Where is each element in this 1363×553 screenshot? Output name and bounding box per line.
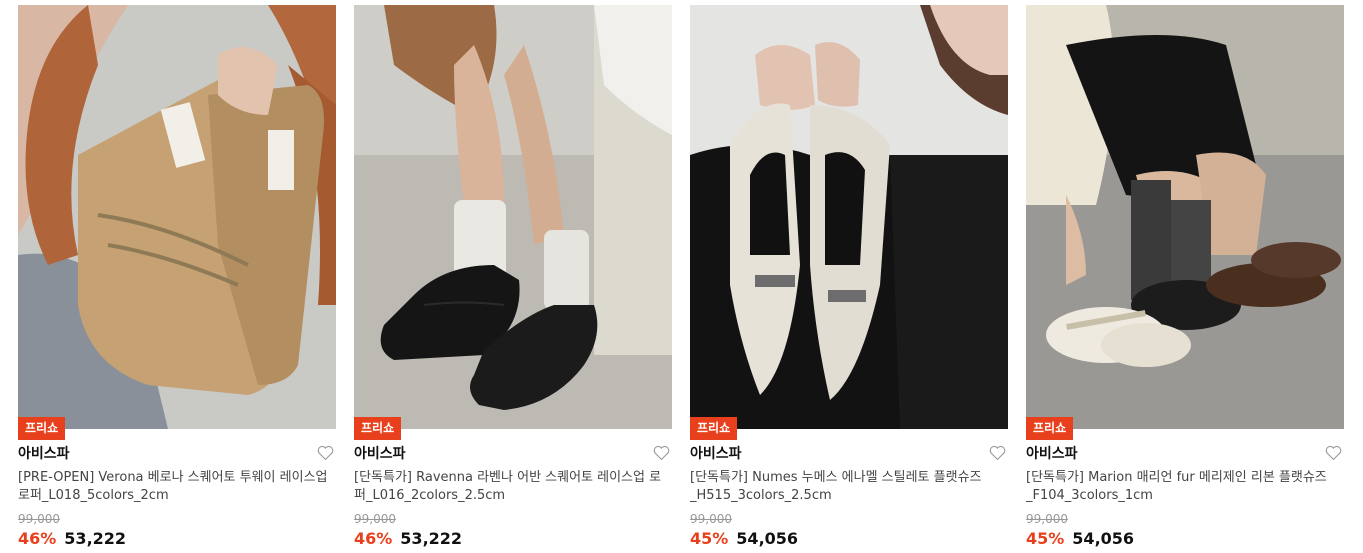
product-image[interactable]: [354, 5, 672, 429]
original-price: 99,000: [354, 512, 396, 526]
product-card[interactable]: 프리쇼 아비스파 [PRE-OPEN] Verona 베로나 스퀘어토 투웨이 …: [18, 5, 336, 553]
brand-name[interactable]: 아비스파: [690, 446, 742, 462]
price-row: 45% 54,056: [1026, 529, 1134, 549]
original-price: 99,000: [690, 512, 732, 526]
product-image[interactable]: [18, 5, 336, 429]
product-title[interactable]: [단독특가] Numes 누메스 에나멜 스틸레토 플랫슈즈_H515_3col…: [690, 469, 1008, 509]
discount-rate: 45%: [1026, 529, 1065, 548]
brand-name[interactable]: 아비스파: [18, 446, 70, 462]
product-image[interactable]: [690, 5, 1008, 429]
product-card[interactable]: 프리쇼 아비스파 [단독특가] Numes 누메스 에나멜 스틸레토 플랫슈즈_…: [690, 5, 1008, 553]
sale-price: 53,222: [64, 529, 127, 548]
heart-outline-icon[interactable]: [989, 445, 1006, 461]
discount-rate: 45%: [690, 529, 729, 548]
sale-price: 53,222: [400, 529, 463, 548]
free-show-badge: 프리쇼: [1026, 417, 1074, 440]
price-row: 46% 53,222: [18, 529, 126, 549]
free-show-badge: 프리쇼: [18, 417, 66, 440]
discount-rate: 46%: [354, 529, 393, 548]
sale-price: 54,056: [736, 529, 799, 548]
original-price: 99,000: [18, 512, 60, 526]
discount-rate: 46%: [18, 529, 57, 548]
brand-name[interactable]: 아비스파: [354, 446, 406, 462]
price-row: 45% 54,056: [690, 529, 798, 549]
product-title[interactable]: [PRE-OPEN] Verona 베로나 스퀘어토 투웨이 레이스업 로퍼_L…: [18, 469, 336, 509]
product-image[interactable]: [1026, 5, 1344, 429]
product-card[interactable]: 프리쇼 아비스파 [단독특가] Ravenna 라벤나 어반 스퀘어토 레이스업…: [354, 5, 672, 553]
product-card[interactable]: 프리쇼 아비스파 [단독특가] Marion 매리언 fur 메리제인 리본 플…: [1026, 5, 1344, 553]
brand-row: 아비스파: [1026, 444, 1344, 464]
brand-row: 아비스파: [354, 444, 672, 464]
price-row: 46% 53,222: [354, 529, 462, 549]
product-title[interactable]: [단독특가] Ravenna 라벤나 어반 스퀘어토 레이스업 로퍼_L016_…: [354, 469, 672, 509]
heart-outline-icon[interactable]: [1325, 445, 1342, 461]
brand-row: 아비스파: [18, 444, 336, 464]
product-grid: 프리쇼 아비스파 [PRE-OPEN] Verona 베로나 스퀘어토 투웨이 …: [0, 0, 1363, 553]
original-price: 99,000: [1026, 512, 1068, 526]
free-show-badge: 프리쇼: [354, 417, 402, 440]
free-show-badge: 프리쇼: [690, 417, 738, 440]
brand-row: 아비스파: [690, 444, 1008, 464]
sale-price: 54,056: [1072, 529, 1135, 548]
brand-name[interactable]: 아비스파: [1026, 446, 1078, 462]
product-title[interactable]: [단독특가] Marion 매리언 fur 메리제인 리본 플랫슈즈_F104_…: [1026, 469, 1344, 509]
heart-outline-icon[interactable]: [317, 445, 334, 461]
heart-outline-icon[interactable]: [653, 445, 670, 461]
